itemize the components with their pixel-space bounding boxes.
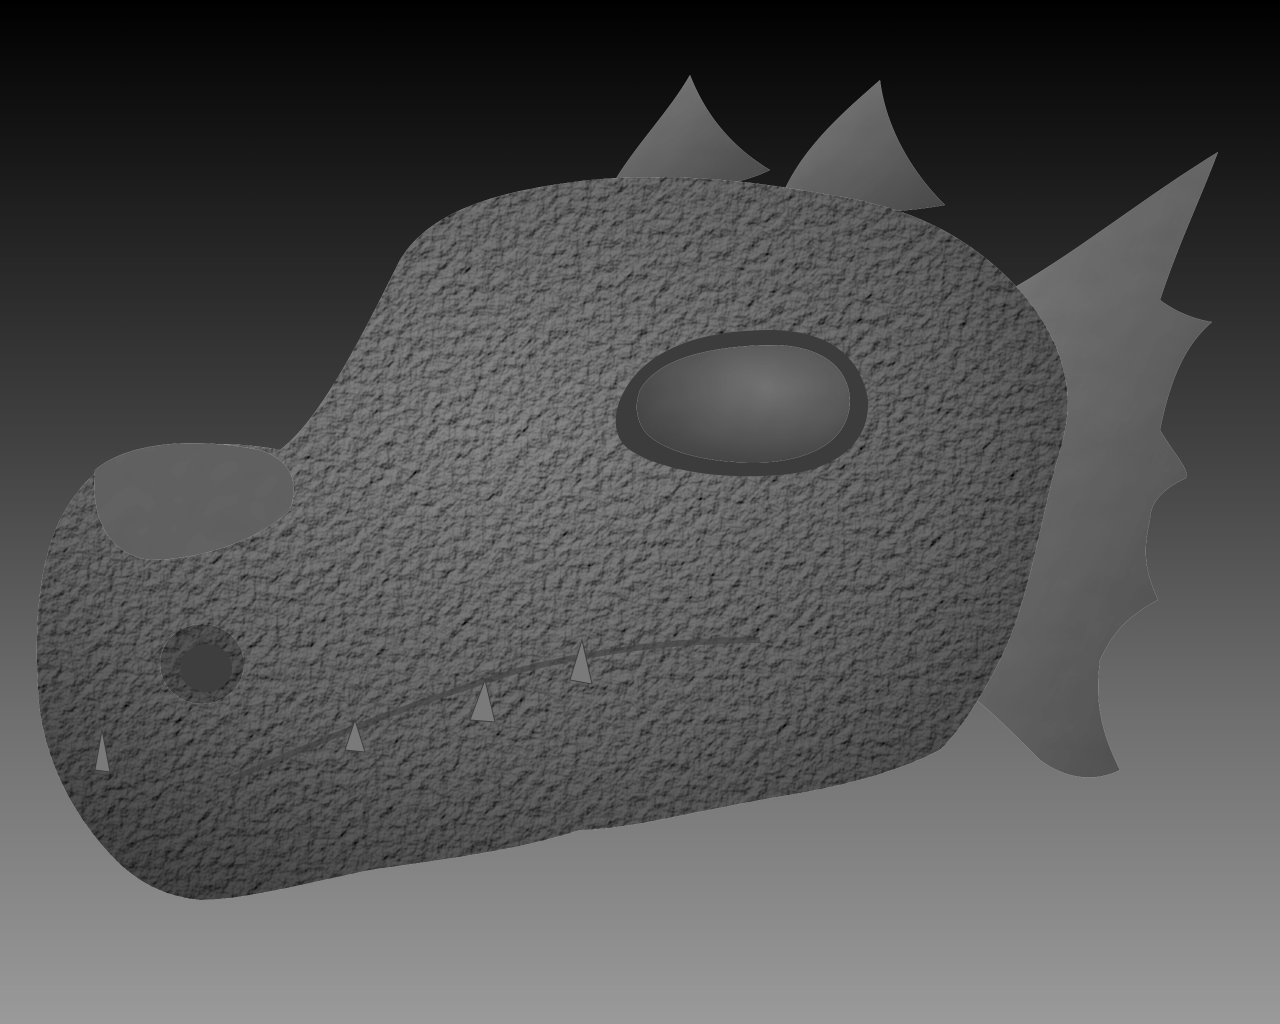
nostril [160, 624, 244, 704]
dragon-head-model[interactable] [0, 0, 1280, 1024]
3d-viewport[interactable] [0, 0, 1280, 1024]
horn-left [615, 75, 770, 189]
